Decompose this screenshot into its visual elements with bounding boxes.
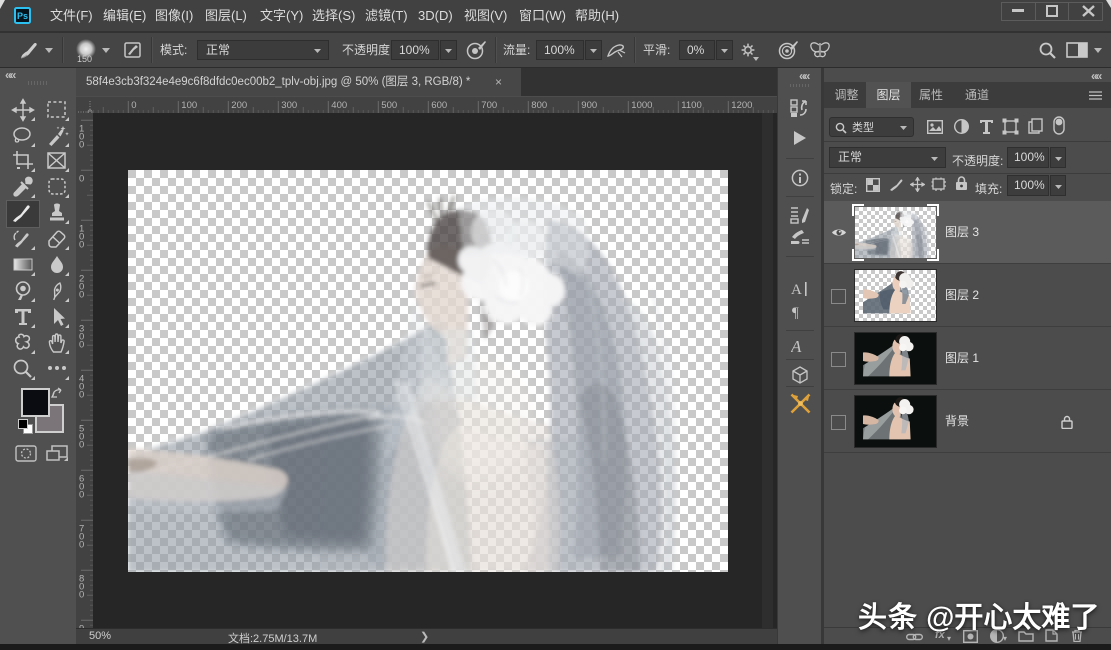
svg-text:0: 0 [79, 239, 84, 250]
svg-text:Ps: Ps [17, 11, 28, 21]
svg-text:0: 0 [79, 173, 84, 184]
svg-text:¶: ¶ [792, 305, 799, 321]
svg-text:200: 200 [231, 100, 247, 111]
svg-text:100: 100 [181, 100, 197, 111]
svg-text:0: 0 [79, 289, 84, 300]
svg-text:A: A [791, 282, 802, 298]
svg-text:1000: 1000 [631, 100, 652, 111]
svg-text:400: 400 [331, 100, 347, 111]
svg-text:500: 500 [381, 100, 397, 111]
svg-text:600: 600 [431, 100, 447, 111]
svg-text:0: 0 [79, 389, 84, 400]
svg-text:300: 300 [281, 100, 297, 111]
svg-text:1100: 1100 [681, 100, 701, 111]
svg-text:0: 0 [79, 439, 84, 450]
svg-text:0: 0 [79, 489, 84, 500]
svg-text:A: A [791, 337, 802, 356]
svg-text:0: 0 [79, 339, 84, 350]
svg-text:900: 900 [581, 100, 597, 111]
svg-text:0: 0 [131, 100, 136, 111]
svg-text:1200: 1200 [731, 100, 752, 111]
svg-text:800: 800 [531, 100, 547, 111]
svg-text:0: 0 [79, 539, 84, 550]
svg-text:700: 700 [481, 100, 497, 111]
svg-text:0: 0 [79, 589, 84, 600]
svg-text:0: 0 [79, 139, 84, 150]
